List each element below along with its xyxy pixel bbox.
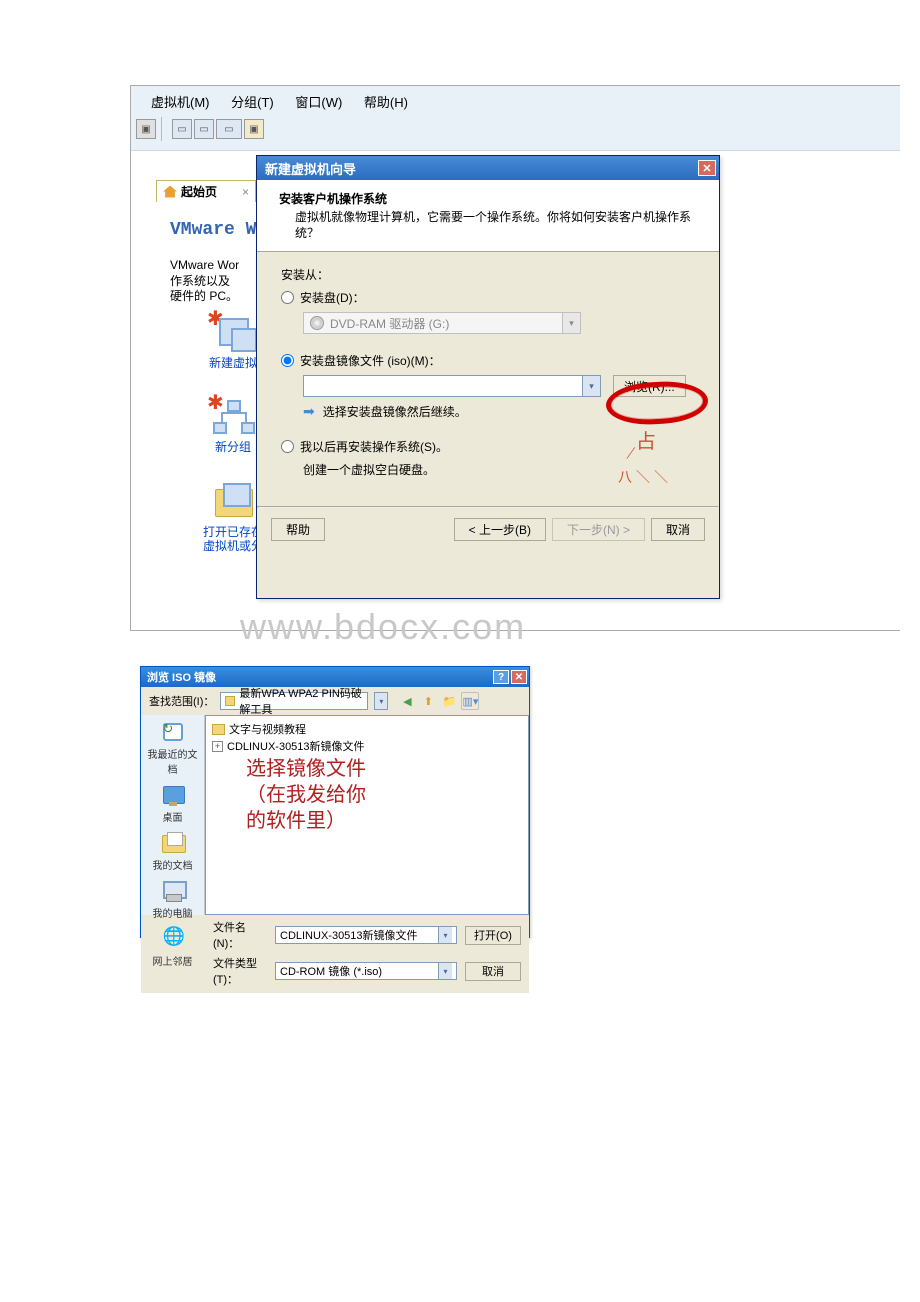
toolbar-icon[interactable]: ▣ [244,119,264,139]
wizard-titlebar: 新建虚拟机向导 ✕ [257,156,719,180]
look-in-dropdown[interactable]: ▾ [374,692,388,710]
place-computer[interactable]: 我的电脑 [145,878,201,920]
option-iso-group: 安装盘镜像文件 (iso)(M)： ▾ 浏览(R)... ➡ 选择安装盘镜像然后… [281,352,701,420]
home-icon [163,186,177,198]
radio-install-later-label: 我以后再安装操作系统(S)。 [300,438,448,455]
expand-icon: + [212,741,223,752]
close-icon[interactable]: ✕ [698,160,716,176]
iso-hint: ➡ 选择安装盘镜像然后继续。 [303,403,701,420]
watermark: www.bdocx.com [240,606,526,648]
dialog-title: 浏览 ISO 镜像 [147,669,216,685]
close-icon[interactable]: ✕ [511,670,527,684]
dvd-icon [310,316,324,330]
browse-iso-dialog: 浏览 ISO 镜像 ? ✕ 查找范围(I)： 最新WPA WPA2 PIN码破解… [140,666,530,938]
toolbar: ▣ ▭ ▭ ▭ ▣ [131,115,900,141]
look-in-label: 查找范围(I)： [149,693,214,709]
file-list[interactable]: 文字与视频教程 +CDLINUX-30513新镜像文件 选择镜像文件 （在我发给… [205,715,529,915]
file-item[interactable]: 文字与视频教程 [212,721,522,737]
menu-window[interactable]: 窗口(W) [295,95,342,110]
arrow-icon: ➡ [303,403,315,420]
wizard-header: 安装客户机操作系统 虚拟机就像物理计算机，它需要一个操作系统。你将如何安装客户机… [257,180,719,252]
open-button[interactable]: 打开(O) [465,926,521,945]
iso-path-dropdown[interactable]: ▾ [583,375,601,397]
radio-install-disk-label: 安装盘(D)： [300,289,365,306]
radio-iso-file[interactable] [281,354,294,367]
cancel-button[interactable]: 取消 [465,962,521,981]
vmware-logo-text: VMware W [170,220,256,240]
dialog-titlebar: 浏览 ISO 镜像 ? ✕ [141,667,529,687]
iso-hint-text: 选择安装盘镜像然后继续。 [323,403,467,420]
menu-group[interactable]: 分组(T) [231,95,274,110]
folder-icon [225,696,235,706]
menubar: 虚拟机(M) 分组(T) 窗口(W) 帮助(H) [131,86,900,115]
radio-iso-file-label: 安装盘镜像文件 (iso)(M)： [300,352,441,369]
view-menu-icon[interactable]: ▥▾ [461,692,479,710]
filetype-label: 文件类型(T)： [213,955,267,987]
next-button: 下一步(N) > [552,518,645,541]
places-bar: 我最近的文档 桌面 我的文档 我的电脑 网上邻居 [141,715,205,915]
place-recent[interactable]: 我最近的文档 [145,719,201,776]
place-desktop[interactable]: 桌面 [145,782,201,824]
toolbar-icon[interactable]: ▣ [136,119,156,139]
wizard-buttons: 帮助 < 上一步(B) 下一步(N) > 取消 [257,508,719,551]
place-network[interactable]: 网上邻居 [145,926,201,968]
wizard-body: 安装从： 安装盘(D)： DVD-RAM 驱动器 (G:) ▾ 安装盘镜像文件 … [257,252,719,506]
wizard-title: 新建虚拟机向导 [265,159,356,178]
toolbar-icon[interactable]: ▭ [216,119,242,139]
home-tab[interactable]: 起始页 × [156,180,256,202]
filename-label: 文件名(N)： [213,919,267,951]
nav-buttons: ◀ ⬆ 📁 ▥▾ [398,692,479,710]
new-vm-wizard-dialog: 新建虚拟机向导 ✕ 安装客户机操作系统 虚拟机就像物理计算机，它需要一个操作系统… [256,155,720,599]
disk-drive-dropdown: ▾ [563,312,581,334]
wizard-heading: 安装客户机操作系统 [279,190,705,207]
back-icon[interactable]: ◀ [398,692,416,710]
annotation-text: 选择镜像文件 （在我发给你 的软件里） [246,756,366,834]
toolbar-icon[interactable]: ▭ [172,119,192,139]
place-documents[interactable]: 我的文档 [145,830,201,872]
up-icon[interactable]: ⬆ [419,692,437,710]
window-chrome: 虚拟机(M) 分组(T) 窗口(W) 帮助(H) ▣ ▭ ▭ ▭ ▣ [131,86,900,151]
iso-path-input[interactable] [303,375,583,397]
disk-drive-select: DVD-RAM 驱动器 (G:) ▾ [303,312,701,334]
look-in-value: 最新WPA WPA2 PIN码破解工具 [239,685,363,717]
toolbar-icon[interactable]: ▭ [194,119,214,139]
option-install-disk-group: 安装盘(D)： DVD-RAM 驱动器 (G:) ▾ [281,289,701,334]
disk-drive-value: DVD-RAM 驱动器 (G:) [330,315,449,332]
dropdown-icon[interactable]: ▾ [438,927,452,943]
back-button[interactable]: < 上一步(B) [454,518,546,541]
help-button[interactable]: 帮助 [271,518,325,541]
vmware-description: VMware Wor 作系统以及 硬件的 PC。 [170,258,260,305]
wizard-subheading: 虚拟机就像物理计算机，它需要一个操作系统。你将如何安装客户机操作系统？ [279,209,705,241]
radio-install-disk[interactable] [281,291,294,304]
home-tab-label: 起始页 [181,183,217,200]
filename-combo[interactable]: CDLINUX-30513新镜像文件▾ [275,926,457,944]
look-in-bar: 查找范围(I)： 最新WPA WPA2 PIN码破解工具 ▾ ◀ ⬆ 📁 ▥▾ [141,687,529,715]
toolbar-sep [161,117,167,141]
tab-close-icon[interactable]: × [242,185,249,199]
folder-icon [212,724,225,735]
filetype-combo[interactable]: CD-ROM 镜像 (*.iso)▾ [275,962,457,980]
dialog-main: 我最近的文档 桌面 我的文档 我的电脑 网上邻居 文字与视频教程 +CDLINU… [141,715,529,915]
new-folder-icon[interactable]: 📁 [440,692,458,710]
look-in-combo[interactable]: 最新WPA WPA2 PIN码破解工具 [220,692,368,710]
help-icon[interactable]: ? [493,670,509,684]
install-from-label: 安装从： [281,266,701,283]
browse-button[interactable]: 浏览(R)... [613,375,686,397]
option-later-group: 我以后再安装操作系统(S)。 创建一个虚拟空白硬盘。 [281,438,701,478]
install-later-sub: 创建一个虚拟空白硬盘。 [303,461,701,478]
menu-vm[interactable]: 虚拟机(M) [151,95,210,110]
cancel-button[interactable]: 取消 [651,518,705,541]
file-item[interactable]: +CDLINUX-30513新镜像文件 [212,738,522,754]
dropdown-icon[interactable]: ▾ [438,963,452,979]
radio-install-later[interactable] [281,440,294,453]
menu-help[interactable]: 帮助(H) [364,95,408,110]
